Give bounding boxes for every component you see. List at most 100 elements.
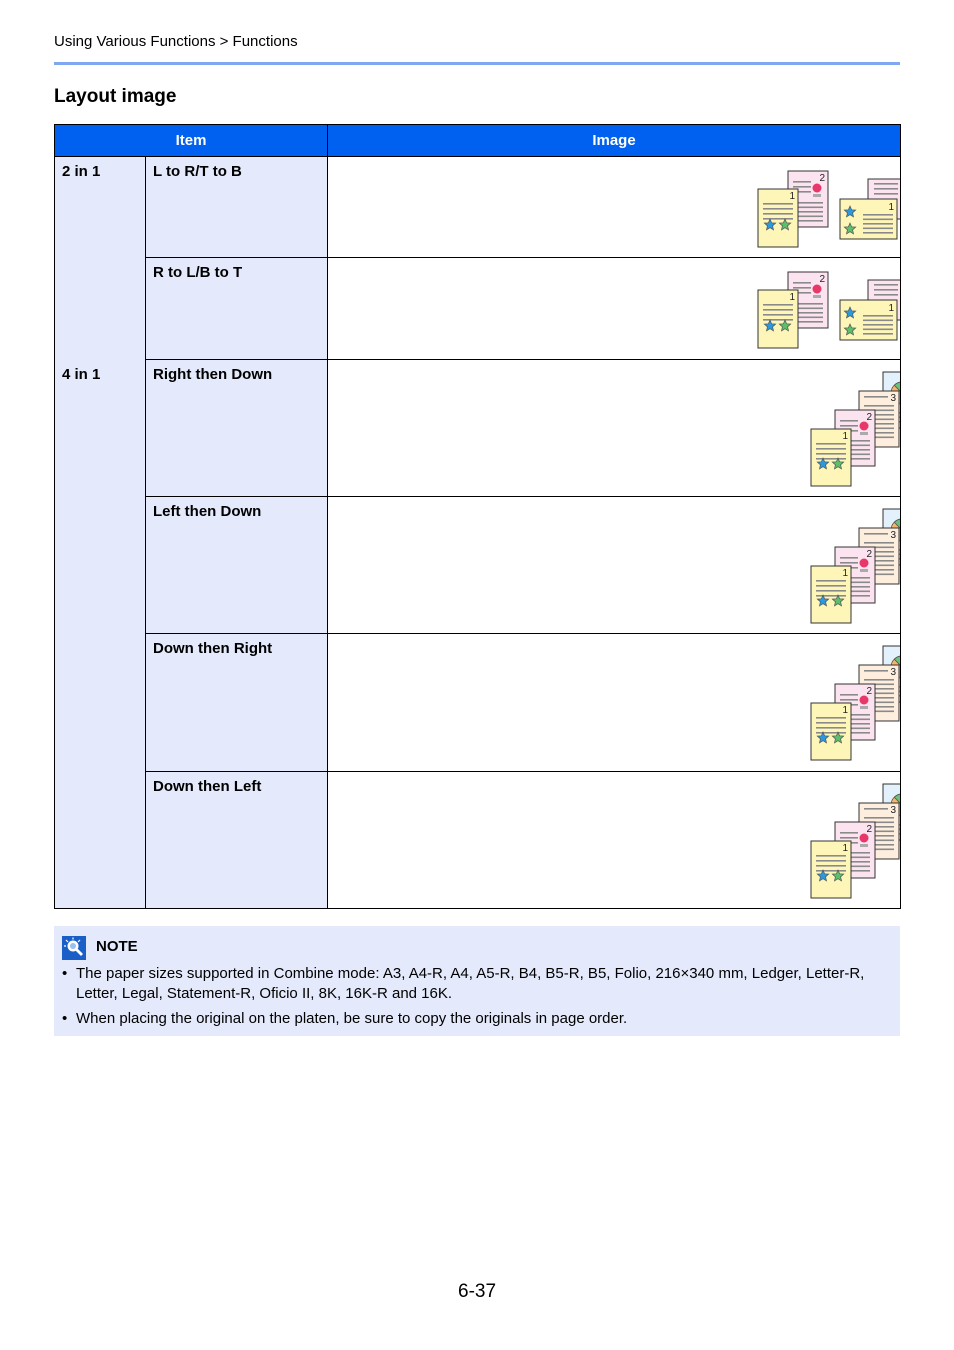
text-line [763, 309, 793, 311]
page-number-label: 1 [789, 292, 795, 303]
text-line [763, 208, 793, 210]
text-line [840, 425, 858, 427]
page-number: 6-37 [458, 1281, 497, 1302]
group-label: 2 in 1 [54, 156, 146, 360]
text-line [840, 694, 858, 696]
text-line [863, 319, 893, 322]
note-item: • When placing the original on the platen… [62, 1009, 882, 1029]
page-number-label: 3 [890, 667, 896, 678]
option-label: Left then Down [145, 496, 328, 634]
note-list: • The paper sizes supported in Combine mo… [62, 964, 882, 1034]
text-line [763, 319, 793, 321]
dot-label [813, 194, 821, 197]
group-label: 4 in 1 [54, 359, 146, 909]
text-line [864, 396, 888, 398]
text-line [864, 817, 894, 819]
dot-icon [812, 183, 822, 193]
dot-icon [859, 695, 869, 705]
breadcrumb: Using Various Functions > Functions [54, 33, 298, 50]
text-line [840, 832, 858, 834]
page-number-label: 1 [842, 568, 848, 579]
text-line [793, 287, 811, 289]
note-item-text: The paper sizes supported in Combine mod… [76, 965, 865, 1002]
page-number-label: 1 [842, 843, 848, 854]
layout-illustration: 43212143 [327, 496, 901, 634]
text-line [763, 213, 793, 215]
note-item-text: When placing the original on the platen,… [76, 1010, 628, 1027]
page-number-label: 3 [890, 530, 896, 541]
layout-illustration: 21212121 [327, 257, 901, 360]
layout-table: Item Image 2 in 1 L to R/T to B 2 1 2 1 1 2 1 2… [54, 124, 901, 909]
option-label: Down then Right [145, 633, 328, 772]
text-line [864, 542, 894, 544]
layout-illustration: 43211234 [327, 359, 901, 497]
text-line [863, 218, 893, 221]
text-line [864, 679, 894, 681]
text-line [816, 855, 846, 857]
table-row: 2 in 1 L to R/T to B 21211212 [54, 156, 901, 360]
text-line [874, 284, 898, 286]
table-row: Left then Down 43212143 [55, 496, 901, 634]
text-line [816, 580, 846, 582]
table-header-row: Item Image [54, 124, 901, 157]
page-number-label: 3 [890, 393, 896, 404]
text-line [863, 232, 893, 234]
dot-label [860, 432, 868, 435]
page-number-label: 1 [842, 705, 848, 716]
page-number-label: 2 [866, 824, 872, 835]
text-line [874, 193, 898, 195]
note-box: NOTE • The paper sizes supported in Combi… [54, 926, 900, 1036]
text-line [816, 717, 846, 719]
text-line [864, 808, 888, 810]
dot-label [860, 569, 868, 572]
page-number-label: 2 [866, 412, 872, 423]
text-line [763, 304, 793, 306]
page-number-label: 2 [819, 173, 825, 184]
text-line [874, 188, 898, 190]
header-image: Image [327, 124, 901, 157]
illustration-4in1-down-right: 43211324 [810, 645, 900, 761]
option-label: Down then Left [145, 771, 328, 909]
dot-icon [859, 833, 869, 843]
text-line [816, 727, 846, 729]
option-label: Right then Down [145, 359, 328, 497]
illustration-4in1-right-down: 43211234 [810, 371, 900, 487]
text-line [863, 333, 893, 335]
text-line [863, 223, 893, 225]
illustration-4in1-left-down: 43212143 [810, 508, 900, 624]
option-label: R to L/B to T [145, 257, 328, 360]
page-number-label: 1 [888, 202, 894, 213]
layout-illustration: 43211324 [327, 633, 901, 772]
text-line [840, 837, 858, 839]
text-line [816, 458, 846, 460]
text-line [763, 218, 793, 220]
text-line [874, 294, 898, 296]
text-line [816, 448, 846, 450]
illustration-2in1-rl: 21212121 [757, 271, 900, 349]
table-row: R to L/B to T 21212121 [55, 257, 901, 360]
bullet: • [62, 1010, 68, 1027]
text-line [793, 181, 811, 183]
text-line [816, 870, 846, 872]
layout-illustration: 21211212 [327, 156, 901, 258]
text-line [840, 557, 858, 559]
text-line [816, 453, 846, 455]
illustration-4in1-down-left: 43213142 [810, 783, 900, 899]
text-line [874, 289, 898, 291]
page-number-label: 1 [842, 431, 848, 442]
text-line [864, 670, 888, 672]
dot-label [860, 844, 868, 847]
page-number-label: 3 [890, 805, 896, 816]
text-line [864, 533, 888, 535]
text-line [816, 865, 846, 867]
text-line [840, 699, 858, 701]
bullet: • [62, 965, 68, 982]
table-row: 4 in 1 Right then Down 43211234 [54, 359, 901, 909]
text-line [840, 562, 858, 564]
layout-illustration: 43213142 [327, 771, 901, 909]
table-row: Down then Left 43213142 [55, 771, 901, 909]
illustration-2in1-lr: 21211212 [757, 170, 900, 248]
text-line [863, 328, 893, 331]
text-line [816, 585, 846, 587]
text-line [863, 214, 893, 216]
